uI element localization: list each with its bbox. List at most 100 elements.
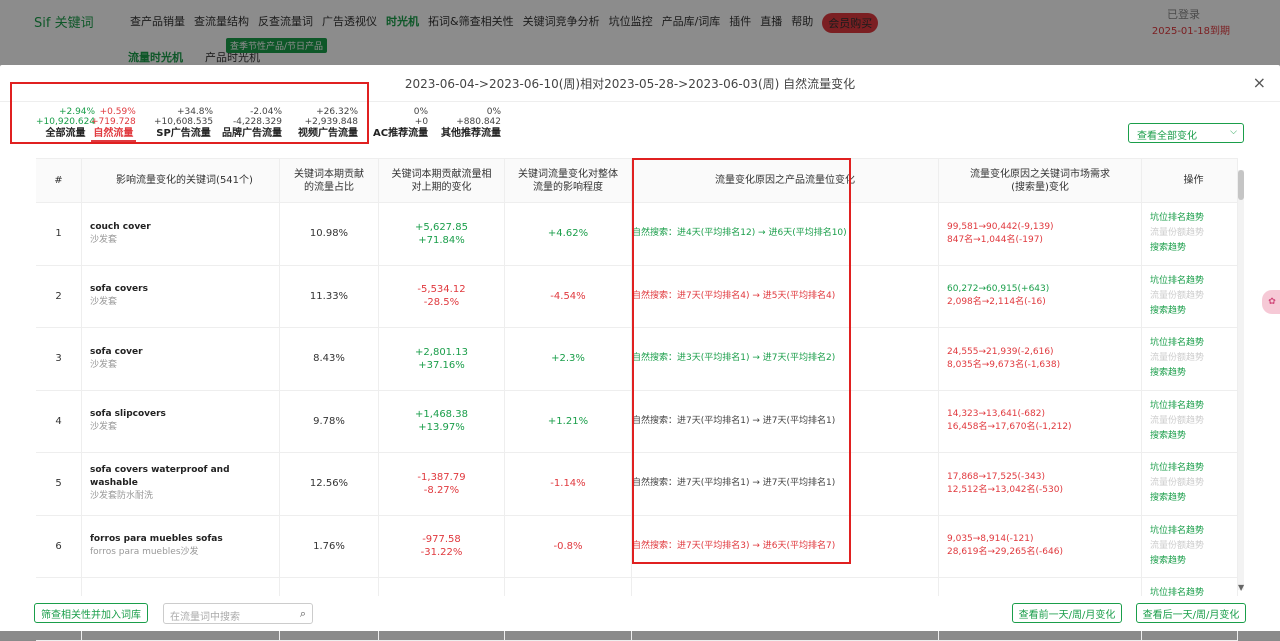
scroll-thumb[interactable] — [1238, 170, 1244, 200]
keyword-cell: sofa covers waterproof and washable 沙发套防水… — [82, 453, 280, 515]
column-header[interactable]: 操作 — [1142, 159, 1238, 202]
traffic-share: 1.76% — [280, 515, 379, 577]
keyword-text[interactable]: sofa slipcovers — [90, 408, 279, 421]
flow-tab-pct: 0% — [486, 107, 501, 117]
market-demand-cell: 60,272→60,915(+643) 2,098名→2,114名(-16) — [939, 265, 1142, 327]
traffic-share: 11.33% — [280, 265, 379, 327]
column-header[interactable]: 关键词本期贡献流量相对上期的变化 — [379, 159, 505, 202]
keyword-text[interactable]: sofa covers waterproof and washable — [90, 464, 279, 490]
search-rank-change: 16,458名→17,670名(-1,212) — [947, 422, 1072, 433]
action-link[interactable]: 流量份额趋势 — [1150, 476, 1237, 491]
flow-tab-label[interactable]: AC推荐流量 — [373, 129, 428, 139]
column-header[interactable]: # — [36, 159, 82, 202]
actions-cell: 坑位排名趋势流量份额趋势搜索趋势 — [1142, 328, 1238, 390]
highlight-box-flow-tabs — [10, 82, 369, 144]
action-link[interactable]: 搜索趋势 — [1150, 554, 1237, 569]
impact-degree: +4.62% — [505, 203, 632, 265]
traffic-change: -1,387.79 -8.27% — [379, 453, 505, 515]
keyword-translation: 沙发套 — [90, 422, 118, 433]
traffic-change: +5,627.85 +71.84% — [379, 203, 505, 265]
search-volume-change: 17,868→17,525(-343) — [947, 471, 1045, 482]
view-change-select[interactable]: 查看全部变化 ⌵ — [1128, 123, 1244, 143]
action-link[interactable]: 流量份额趋势 — [1150, 414, 1237, 429]
traffic-share: 8.43% — [280, 328, 379, 390]
modal-overlay — [0, 0, 1280, 70]
traffic-change-value: -5,534.12 — [417, 284, 466, 296]
market-demand-cell: 24,555→21,939(-2,616) 8,035名→9,673名(-1,63… — [939, 328, 1142, 390]
prev-period-button[interactable]: 查看前一天/周/月变化 — [1012, 603, 1122, 623]
column-header[interactable]: 关键词流量变化对整体流量的影响程度 — [505, 159, 632, 202]
action-link[interactable]: 搜索趋势 — [1150, 429, 1237, 444]
action-link[interactable]: 坑位排名趋势 — [1150, 524, 1237, 539]
action-link[interactable]: 坑位排名趋势 — [1150, 461, 1237, 476]
column-header[interactable]: 流量变化原因之关键词市场需求(搜索量)变化 — [939, 159, 1142, 202]
traffic-change: +1,468.38 +13.97% — [379, 390, 505, 452]
traffic-change-pct: +71.84% — [418, 234, 465, 246]
action-link[interactable]: 流量份额趋势 — [1150, 351, 1237, 366]
highlight-box-rank-column — [632, 158, 851, 564]
flow-tab-pct: 0% — [413, 107, 429, 117]
actions-cell: 坑位排名趋势流量份额趋势搜索趋势 — [1142, 515, 1238, 577]
traffic-change-value: -977.58 — [422, 534, 461, 546]
keyword-translation: 沙发套 — [90, 234, 118, 245]
flow-tab-label[interactable]: 其他推荐流量 — [441, 129, 501, 139]
column-header[interactable]: 关键词本期贡献的流量占比 — [280, 159, 379, 202]
search-rank-change: 2,098名→2,114名(-16) — [947, 297, 1046, 308]
traffic-change-pct: -8.27% — [423, 484, 460, 496]
keyword-text[interactable]: sofa cover — [90, 346, 279, 359]
flow-tab[interactable]: 0% +880.842 其他推荐流量 — [441, 107, 501, 139]
action-link[interactable]: 流量份额趋势 — [1150, 226, 1237, 241]
table-scrollbar[interactable] — [1238, 170, 1244, 590]
flow-tab[interactable]: 0% +0 AC推荐流量 — [373, 107, 428, 139]
traffic-change: -977.58 -31.22% — [379, 515, 505, 577]
search-rank-change: 28,619名→29,265名(-646) — [947, 547, 1063, 558]
keyword-text[interactable]: couch cover — [90, 221, 279, 234]
row-index: 2 — [36, 265, 82, 327]
impact-degree: -4.54% — [505, 265, 632, 327]
action-link[interactable]: 搜索趋势 — [1150, 304, 1237, 319]
search-icon[interactable]: ⌕ — [300, 607, 306, 621]
traffic-change: -5,534.12 -28.5% — [379, 265, 505, 327]
side-helper-icon[interactable]: ✿ — [1262, 290, 1280, 314]
market-demand-cell: 14,323→13,641(-682) 16,458名→17,670名(-1,21… — [939, 390, 1142, 452]
traffic-change-pct: +37.16% — [418, 359, 465, 371]
row-index: 6 — [36, 515, 82, 577]
filter-add-wordlist-button[interactable]: 筛查相关性并加入词库 — [34, 603, 148, 623]
impact-degree: +2.3% — [505, 328, 632, 390]
keyword-text[interactable]: sofa covers — [90, 283, 279, 296]
action-link[interactable]: 搜索趋势 — [1150, 491, 1237, 506]
action-link[interactable]: 坑位排名趋势 — [1150, 211, 1237, 226]
action-link[interactable]: 坑位排名趋势 — [1150, 399, 1237, 414]
keyword-cell: forros para muebles sofas forros para mue… — [82, 515, 280, 577]
action-link[interactable]: 流量份额趋势 — [1150, 289, 1237, 304]
keyword-search-input[interactable]: 在流量词中搜索 ⌕ — [163, 603, 313, 624]
scroll-down-icon[interactable]: ▼ — [1238, 583, 1244, 592]
search-placeholder: 在流量词中搜索 — [170, 612, 240, 623]
traffic-change-pct: -28.5% — [423, 297, 460, 309]
next-period-button[interactable]: 查看后一天/周/月变化 — [1136, 603, 1246, 623]
action-link[interactable]: 坑位排名趋势 — [1150, 336, 1237, 351]
keyword-cell: couch cover 沙发套 — [82, 203, 280, 265]
keyword-translation: 沙发套 — [90, 297, 118, 308]
flow-tab-amount: +0 — [414, 117, 429, 127]
market-demand-cell: 99,581→90,442(-9,139) 847名→1,044名(-197) — [939, 203, 1142, 265]
keyword-text[interactable]: forros para muebles sofas — [90, 533, 279, 546]
keyword-cell: sofa covers 沙发套 — [82, 265, 280, 327]
keyword-cell: sofa slipcovers 沙发套 — [82, 390, 280, 452]
traffic-change-pct: +13.97% — [418, 422, 465, 434]
close-icon[interactable]: × — [1253, 73, 1266, 92]
row-index: 3 — [36, 328, 82, 390]
column-header[interactable]: 影响流量变化的关键词(541个) — [82, 159, 280, 202]
impact-degree: +1.21% — [505, 390, 632, 452]
action-link[interactable]: 流量份额趋势 — [1150, 539, 1237, 554]
action-link[interactable]: 搜索趋势 — [1150, 366, 1237, 381]
action-link[interactable]: 搜索趋势 — [1150, 241, 1237, 256]
keyword-translation: forros para muebles沙发 — [90, 547, 199, 558]
action-link[interactable]: 坑位排名趋势 — [1150, 274, 1237, 289]
row-index: 1 — [36, 203, 82, 265]
keyword-translation: 沙发套防水耐洗 — [90, 491, 154, 502]
keyword-translation: 沙发套 — [90, 359, 118, 370]
impact-degree: -1.14% — [505, 453, 632, 515]
search-volume-change: 24,555→21,939(-2,616) — [947, 346, 1054, 357]
traffic-change-value: -1,387.79 — [417, 471, 466, 483]
